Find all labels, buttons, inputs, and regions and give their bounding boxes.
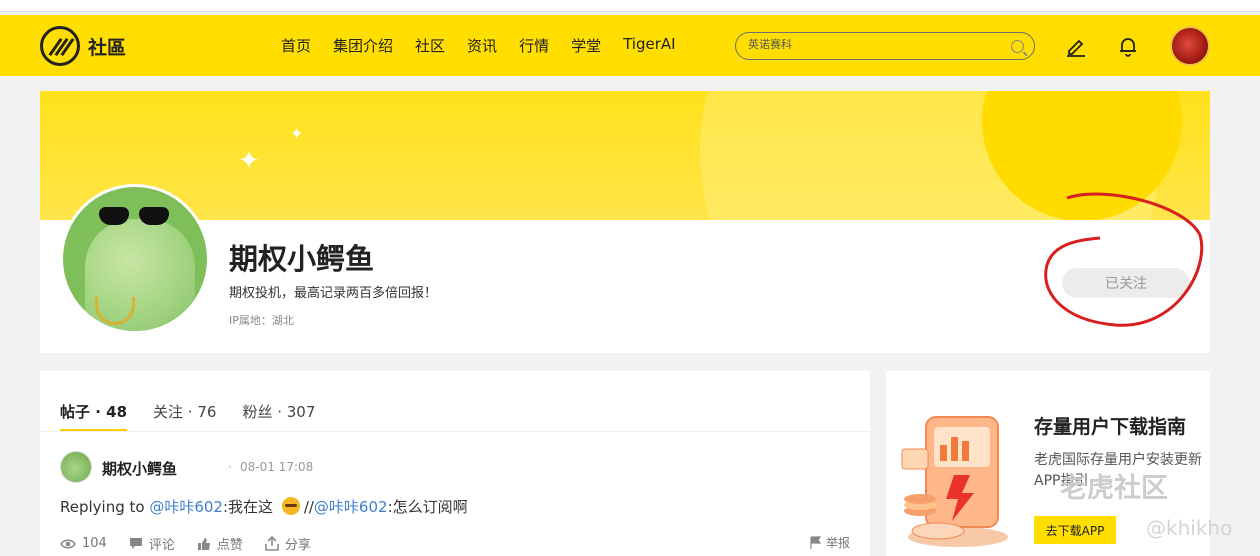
tab-following[interactable]: 关注 · 76	[153, 401, 216, 432]
red-circle-annotation	[1044, 192, 1204, 327]
tiger-logo-icon	[40, 26, 80, 66]
share-icon	[265, 536, 279, 551]
report-button[interactable]: 举报	[810, 534, 850, 551]
mention-link[interactable]: @咔咔602	[149, 498, 223, 516]
share-button[interactable]: 分享	[265, 534, 311, 553]
separator-dot: ·	[228, 460, 232, 474]
laughing-emoji-icon	[281, 497, 300, 515]
profile-ip-location: IP属地：湖北	[229, 314, 294, 327]
nav-academy[interactable]: 学堂	[571, 35, 601, 56]
comment-icon	[129, 538, 142, 549]
profile-tabs: 帖子 · 48 关注 · 76 粉丝 · 307	[60, 401, 315, 432]
post-actions: 104 评论 点赞 分享	[60, 534, 333, 553]
nav-community[interactable]: 社区	[415, 35, 445, 56]
user-avatar[interactable]	[1170, 26, 1210, 66]
nav-group-intro[interactable]: 集团介绍	[333, 35, 393, 56]
like-button[interactable]: 点赞	[197, 534, 243, 553]
reply-prefix: Replying to	[60, 498, 150, 516]
watermark: 老虎社区	[1060, 473, 1168, 504]
nav-market[interactable]: 行情	[519, 35, 549, 56]
sparkle-icon: ✦	[290, 124, 304, 143]
nav-tigerai[interactable]: TigerAI	[623, 35, 675, 56]
thumbs-up-icon	[197, 537, 210, 550]
mention-link[interactable]: @咔咔602	[314, 498, 388, 516]
site-logo[interactable]: 社區	[40, 26, 126, 66]
nav-news[interactable]: 资讯	[467, 35, 497, 56]
profile-bio: 期权投机，最高记录两百多倍回报！	[229, 286, 438, 301]
divider	[40, 431, 870, 432]
download-app-button[interactable]: 去下载APP	[1034, 516, 1116, 544]
post-text-part: :怎么订阅啊	[387, 498, 468, 516]
post-text[interactable]: Replying to @咔咔602:我在这 //@咔咔602:怎么订阅啊	[60, 496, 468, 517]
share-label: 分享	[284, 538, 311, 553]
search-input[interactable]	[748, 38, 998, 51]
tab-followers[interactable]: 粉丝 · 307	[242, 401, 315, 432]
compose-pen-icon[interactable]	[1063, 33, 1089, 59]
comment-label: 评论	[148, 538, 175, 553]
browser-strip	[0, 0, 1260, 12]
flag-icon	[810, 536, 822, 549]
bell-icon[interactable]	[1115, 33, 1141, 59]
eye-icon	[60, 539, 76, 548]
nav-home[interactable]: 首页	[281, 35, 311, 56]
sparkle-icon: ✦	[238, 146, 260, 176]
post-timestamp: 08-01 17:08	[240, 460, 314, 474]
views-value: 104	[82, 536, 107, 551]
phone-download-illustration	[901, 416, 1008, 547]
report-label: 举报	[826, 536, 851, 550]
logo-text: 社區	[88, 36, 127, 59]
guide-title: 存量用户下载指南	[1034, 416, 1187, 438]
comment-button[interactable]: 评论	[129, 534, 175, 553]
top-header: 社區 首页 集团介绍 社区 资讯 行情 学堂 TigerAI	[0, 15, 1260, 76]
posts-panel: 帖子 · 48 关注 · 76 粉丝 · 307 期权小鳄鱼 · 08-01 1…	[40, 371, 870, 556]
post-author-avatar[interactable]	[60, 451, 92, 483]
post-author[interactable]: 期权小鳄鱼	[102, 458, 177, 479]
search-box	[735, 32, 1035, 60]
like-label: 点赞	[216, 538, 243, 553]
views-count: 104	[60, 536, 107, 551]
main-nav: 首页 集团介绍 社区 资讯 行情 学堂 TigerAI	[281, 35, 698, 56]
search-icon[interactable]	[1011, 40, 1024, 53]
post-text-part: :我在这	[222, 498, 278, 516]
sunglasses-icon	[93, 207, 178, 229]
post-text-part: //	[303, 498, 314, 516]
profile-avatar	[60, 184, 210, 334]
watermark-handle: @khikho	[1146, 516, 1233, 540]
tab-posts[interactable]: 帖子 · 48	[60, 401, 128, 432]
profile-name: 期权小鳄鱼	[229, 242, 375, 276]
